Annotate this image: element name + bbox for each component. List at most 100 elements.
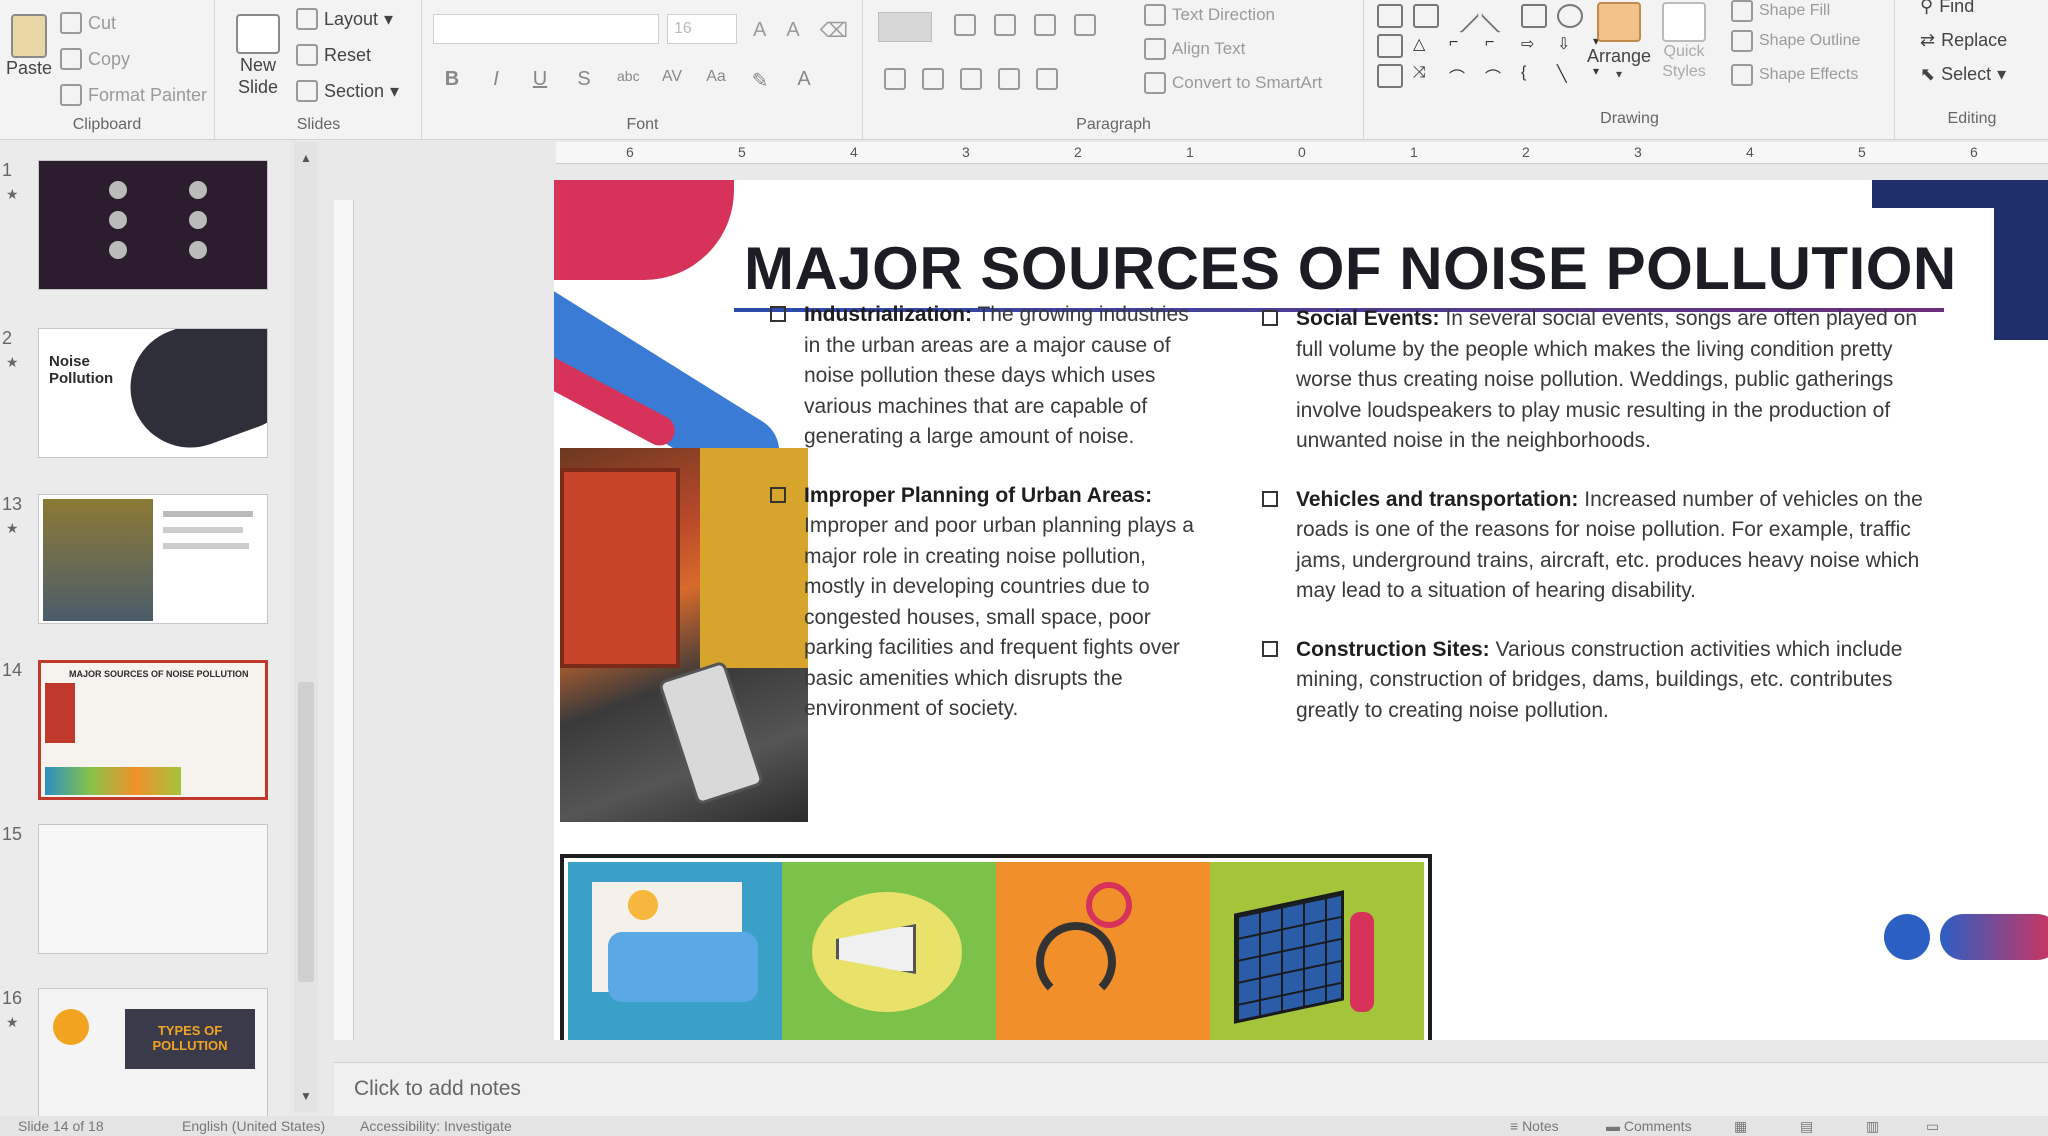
ruler-tick: 5 (738, 144, 746, 160)
slide-number: 14 (2, 660, 23, 680)
list-item[interactable]: Industrialization: The growing industrie… (770, 300, 1200, 453)
decrease-indent-icon[interactable] (994, 14, 1016, 36)
curve-icon[interactable]: ⌒ (1449, 64, 1475, 88)
underline-button[interactable]: U (529, 68, 551, 93)
slide-canvas[interactable]: MAJOR SOURCES OF NOISE POLLUTION Industr… (554, 180, 2048, 1040)
connector-icon[interactable]: ⌐ (1449, 34, 1475, 58)
rectangle-shape-icon[interactable] (1521, 4, 1547, 28)
list-item[interactable]: Vehicles and transportation: Increased n… (1262, 485, 1942, 607)
text-direction-icon (1144, 4, 1166, 26)
arrow-shape-icon[interactable] (1480, 0, 1516, 34)
slides-group: New Slide Layout ▾ Reset Section ▾ Slides (216, 0, 422, 140)
line-shape-icon[interactable] (1444, 0, 1480, 34)
smartart-icon (1144, 72, 1166, 94)
layout-button[interactable]: Layout ▾ (296, 8, 393, 30)
reset-icon (296, 44, 318, 66)
notes-pane[interactable]: Click to add notes (334, 1062, 2048, 1116)
shape-icon[interactable] (1413, 4, 1439, 28)
format-painter-button[interactable]: Format Painter (60, 84, 207, 106)
red-corner-shape (554, 180, 734, 280)
shape-icon[interactable] (1377, 4, 1403, 28)
headphones-icon (1036, 922, 1116, 1002)
smartart-button[interactable]: Convert to SmartArt (1144, 72, 1322, 94)
scroll-thumb[interactable] (298, 682, 314, 982)
reset-button[interactable]: Reset (296, 44, 371, 66)
paint-bucket-icon (1731, 0, 1753, 22)
align-text-button[interactable]: Align Text (1144, 38, 1245, 60)
italic-button[interactable]: I (485, 68, 507, 93)
scroll-down-icon[interactable]: ▼ (296, 1086, 316, 1106)
brace-icon[interactable]: { (1521, 64, 1547, 88)
ruler-tick: 4 (1746, 144, 1754, 160)
shape-outline-button[interactable]: Shape Outline (1731, 30, 1860, 52)
shrink-font-icon[interactable]: A (786, 19, 799, 42)
section-button[interactable]: Section ▾ (296, 80, 399, 102)
triangle-shape-icon[interactable]: △ (1413, 34, 1439, 58)
arrange-button[interactable]: Arrange ▾ (1587, 2, 1651, 81)
arrow-down-shape-icon[interactable]: ⇩ (1557, 34, 1583, 58)
new-slide-button[interactable]: New Slide (228, 14, 288, 98)
font-name-input[interactable] (433, 14, 659, 44)
numbering-icon[interactable] (954, 14, 976, 36)
align-center-icon[interactable] (922, 68, 944, 90)
font-size-input[interactable]: 16 (667, 14, 737, 44)
scroll-up-icon[interactable]: ▲ (296, 148, 316, 168)
language-status[interactable]: English (United States) (182, 1118, 325, 1134)
accessibility-status[interactable]: Accessibility: Investigate (360, 1118, 512, 1134)
list-item[interactable]: Improper Planning of Urban Areas: Improp… (770, 481, 1200, 725)
connector-icon[interactable]: ⌐ (1485, 34, 1511, 58)
slide-sorter-icon[interactable]: ▤ (1800, 1118, 1813, 1135)
grow-font-icon[interactable]: A (753, 19, 766, 42)
arrow-right-shape-icon[interactable]: ⇨ (1521, 34, 1547, 58)
oval-shape-icon[interactable] (1557, 4, 1583, 28)
list-item[interactable]: Social Events: In several social events,… (1262, 304, 1942, 457)
noise-illustration-strip[interactable] (560, 854, 1432, 1040)
illustration-grid-panel (1210, 862, 1424, 1040)
curve-icon[interactable]: ⌒ (1485, 64, 1511, 88)
clipboard-group: Paste Cut Copy Format Painter Clipboard (0, 0, 215, 140)
replace-button[interactable]: ⇄ Replace (1920, 30, 2007, 51)
bullets-button[interactable] (878, 12, 932, 42)
navy-side-bar (1994, 200, 2048, 340)
justify-icon[interactable] (998, 68, 1020, 90)
columns-icon[interactable] (1036, 68, 1058, 90)
highlight-icon[interactable]: ✎ (749, 68, 771, 93)
font-color-button[interactable]: A (793, 68, 815, 93)
find-button[interactable]: ⚲ Find (1920, 0, 1974, 17)
comments-toggle[interactable]: ▬ Comments (1606, 1118, 1692, 1134)
clear-format-icon[interactable]: ⌫ (820, 18, 848, 43)
select-button[interactable]: ⬉ Select ▾ (1920, 64, 2006, 85)
slide-title[interactable]: MAJOR SOURCES OF NOISE POLLUTION (744, 234, 1957, 303)
slide-number: 2 (2, 328, 13, 348)
slide-preview: Noise Pollution (38, 328, 268, 458)
shape-fill-button[interactable]: Shape Fill (1731, 0, 1830, 22)
strikethrough-button[interactable]: S (573, 68, 595, 93)
bed-shape (608, 932, 758, 1002)
thumbnail-scrollbar[interactable]: ▲ ▼ (294, 142, 318, 1112)
normal-view-icon[interactable]: ▦ (1734, 1118, 1747, 1135)
abc-strike-button[interactable]: abc (617, 68, 640, 93)
list-item[interactable]: Construction Sites: Various construction… (1262, 635, 1942, 727)
cut-button[interactable]: Cut (60, 12, 116, 34)
align-right-icon[interactable] (960, 68, 982, 90)
notes-placeholder[interactable]: Click to add notes (354, 1077, 521, 1101)
checkbox-bullet-icon (1262, 640, 1278, 657)
slideshow-icon[interactable]: ▭ (1926, 1118, 1939, 1135)
rectangle-shape-icon[interactable] (1377, 34, 1403, 58)
change-case-button[interactable]: Aa (705, 68, 727, 93)
paste-button[interactable]: Paste (6, 14, 52, 79)
shape-effects-button[interactable]: Shape Effects (1731, 64, 1858, 86)
char-spacing-button[interactable]: AV (661, 68, 683, 93)
shape-icon[interactable]: ⤨ (1413, 64, 1439, 88)
text-direction-button[interactable]: Text Direction (1144, 4, 1275, 26)
line-spacing-icon[interactable] (1074, 14, 1096, 36)
bold-button[interactable]: B (441, 68, 463, 93)
quick-styles-button[interactable]: Quick Styles (1657, 2, 1711, 82)
align-left-icon[interactable] (884, 68, 906, 90)
notes-toggle[interactable]: ≡ Notes (1510, 1118, 1559, 1134)
increase-indent-icon[interactable] (1034, 14, 1056, 36)
reading-view-icon[interactable]: ▥ (1866, 1118, 1879, 1135)
copy-button[interactable]: Copy (60, 48, 130, 70)
shape-icon[interactable] (1377, 64, 1403, 88)
line-shape-icon[interactable]: ╲ (1557, 64, 1583, 88)
